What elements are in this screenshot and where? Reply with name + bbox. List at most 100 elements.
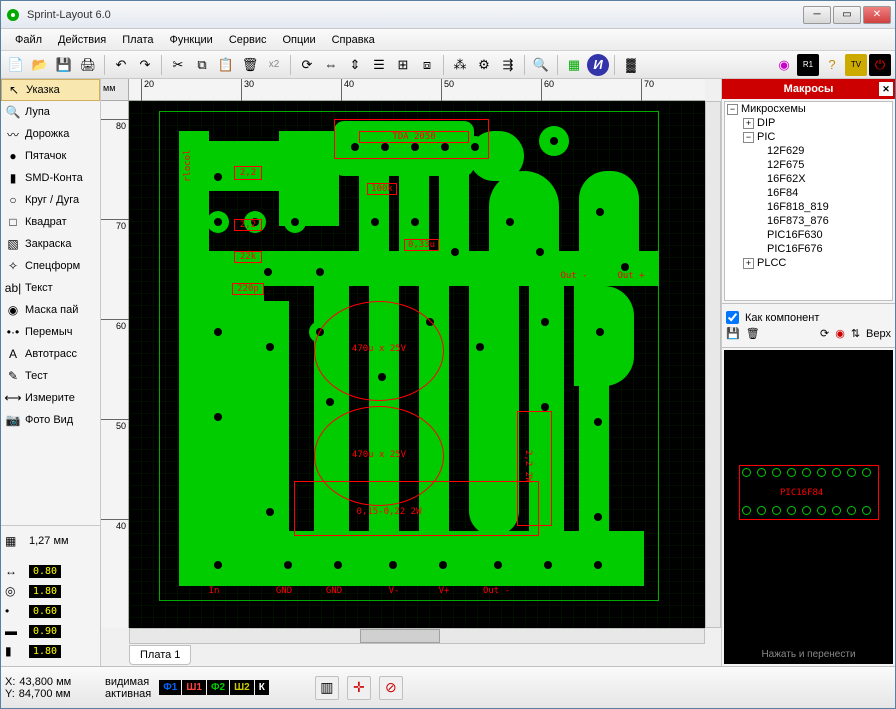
macros-close-icon[interactable]: ✕	[879, 82, 893, 96]
menu-options[interactable]: Опции	[275, 31, 324, 49]
grid-icon[interactable]: ▦	[5, 534, 25, 548]
tool-jumper[interactable]: •·•Перемыч	[1, 321, 100, 343]
tree-expand-icon[interactable]: +	[743, 118, 754, 129]
tree-item[interactable]: 16F818_819	[725, 200, 892, 214]
tool-rect[interactable]: □Квадрат	[1, 211, 100, 233]
pad-outer[interactable]: 1.80	[29, 585, 61, 598]
duplicate-button[interactable]: x2	[263, 54, 285, 76]
layer-К[interactable]: К	[255, 680, 269, 695]
macro-button[interactable]: ▓	[620, 54, 642, 76]
maximize-button[interactable]: ▭	[833, 6, 861, 24]
tool-test[interactable]: ✎Тест	[1, 365, 100, 387]
menu-board[interactable]: Плата	[114, 31, 161, 49]
new-button[interactable]: 📄	[5, 54, 27, 76]
zoom-button[interactable]: 🔍	[530, 54, 552, 76]
cut-button[interactable]: ✂	[167, 54, 189, 76]
pad-inner[interactable]: 0.60	[29, 605, 61, 618]
tool-autoroute[interactable]: AАвтотрасс	[1, 343, 100, 365]
group-button[interactable]: ⧈	[416, 54, 438, 76]
tree-item[interactable]: 12F675	[725, 158, 892, 172]
tool-fill[interactable]: ▧Закраска	[1, 233, 100, 255]
board-tab[interactable]: Плата 1	[129, 645, 191, 665]
paste-button[interactable]: 📋	[215, 54, 237, 76]
open-button[interactable]: 📂	[29, 54, 51, 76]
close-button[interactable]: ✕	[863, 6, 891, 24]
tool-smd[interactable]: ▮SMD-Конта	[1, 167, 100, 189]
macro-preview[interactable]: PIC16F84 Нажать и перенести	[724, 350, 893, 664]
macro-rotate-icon[interactable]: ⟳	[820, 327, 829, 340]
as-component-checkbox[interactable]	[726, 311, 739, 324]
macro-record-icon[interactable]: ◉	[835, 327, 845, 340]
macro-flip-icon[interactable]: ⇅	[851, 327, 860, 340]
tree-item[interactable]: 16F84	[725, 186, 892, 200]
mirror-h-button[interactable]: ⇔	[320, 54, 342, 76]
undo-button[interactable]: ↶	[110, 54, 132, 76]
menu-service[interactable]: Сервис	[221, 31, 275, 49]
crosshair-button[interactable]: ✛	[347, 676, 371, 700]
tv-button[interactable]: TV	[845, 54, 867, 76]
tree-collapse-icon[interactable]: −	[727, 104, 738, 115]
tool-zoom[interactable]: 🔍Лупа	[1, 101, 100, 123]
print-button[interactable]: 🖨	[77, 54, 99, 76]
macro-layer-label[interactable]: Верх	[866, 328, 891, 340]
menu-file[interactable]: Файл	[7, 31, 50, 49]
tree-item[interactable]: PIC16F676	[725, 242, 892, 256]
rotate-button[interactable]: ⟳	[296, 54, 318, 76]
layer-Ф2[interactable]: Ф2	[207, 680, 229, 695]
exit-button[interactable]: ⏻	[869, 54, 891, 76]
minimize-button[interactable]: ─	[803, 6, 831, 24]
layer-Ф1[interactable]: Ф1	[159, 680, 181, 695]
disable-button[interactable]: ⊘	[379, 676, 403, 700]
tree-item[interactable]: PIC16F630	[725, 228, 892, 242]
info-button[interactable]: И	[587, 54, 609, 76]
copy-button[interactable]: ⧉	[191, 54, 213, 76]
menu-help[interactable]: Справка	[324, 31, 383, 49]
layer-button[interactable]: ▦	[563, 54, 585, 76]
menu-functions[interactable]: Функции	[161, 31, 220, 49]
tree-item[interactable]: 12F629	[725, 144, 892, 158]
tool-measure[interactable]: ⟷Измерите	[1, 387, 100, 409]
drc-button[interactable]: ⚙	[473, 54, 495, 76]
tree-item[interactable]: 16F62X	[725, 172, 892, 186]
smd-w[interactable]: 0.90	[29, 625, 61, 638]
autoroute-tb-button[interactable]: ⇶	[497, 54, 519, 76]
tool-special[interactable]: ✧Спецформ	[1, 255, 100, 277]
connections-button[interactable]: ⁂	[449, 54, 471, 76]
mirror-v-button[interactable]: ⇕	[344, 54, 366, 76]
macro-delete-icon[interactable]: 🗑	[746, 327, 760, 340]
mask-icon: ◉	[5, 302, 21, 318]
grid-value[interactable]: 1,27 мм	[29, 535, 69, 547]
tool-mask[interactable]: ◉Маска пай	[1, 299, 100, 321]
menu-actions[interactable]: Действия	[50, 31, 114, 49]
rect-icon: □	[5, 214, 21, 230]
tool-circle[interactable]: ○Круг / Дуга	[1, 189, 100, 211]
layer-Ш2[interactable]: Ш2	[230, 680, 254, 695]
ruler-unit: мм	[101, 79, 129, 101]
tool-photo[interactable]: 📷Фото Вид	[1, 409, 100, 431]
r1-button[interactable]: R1	[797, 54, 819, 76]
scrollbar-vertical[interactable]	[705, 101, 721, 628]
delete-button[interactable]: 🗑	[239, 54, 261, 76]
tool-pointer[interactable]: ↖Указка	[1, 79, 100, 101]
snap-button[interactable]: ⊞	[392, 54, 414, 76]
tool-track[interactable]: 〰Дорожка	[1, 123, 100, 145]
tool-pad[interactable]: ●Пятачок	[1, 145, 100, 167]
tool-text[interactable]: ab|Текст	[1, 277, 100, 299]
help-icon[interactable]: ?	[821, 54, 843, 76]
tree-expand-icon[interactable]: +	[743, 258, 754, 269]
align-button[interactable]: ☰	[368, 54, 390, 76]
redo-button[interactable]: ↷	[134, 54, 156, 76]
layer-Ш1[interactable]: Ш1	[182, 680, 206, 695]
tree-item[interactable]: 16F873_876	[725, 214, 892, 228]
macro-tree[interactable]: −Микросхемы +DIP −PIC 12F62912F67516F62X…	[724, 101, 893, 301]
save-button[interactable]: 💾	[53, 54, 75, 76]
tree-collapse-icon[interactable]: −	[743, 132, 754, 143]
macro-save-icon[interactable]: 💾	[726, 327, 740, 340]
record-icon[interactable]: ◉	[773, 54, 795, 76]
capture-button[interactable]: ▥	[315, 676, 339, 700]
smd-h[interactable]: 1.80	[29, 645, 61, 658]
scrollbar-horizontal[interactable]	[129, 628, 705, 644]
jumper-icon: •·•	[5, 324, 21, 340]
track-width[interactable]: 0.80	[29, 565, 61, 578]
pcb-canvas[interactable]: TDA 2050 2,2 100k 2,2 0,33u 22k 220p 470…	[129, 101, 705, 628]
